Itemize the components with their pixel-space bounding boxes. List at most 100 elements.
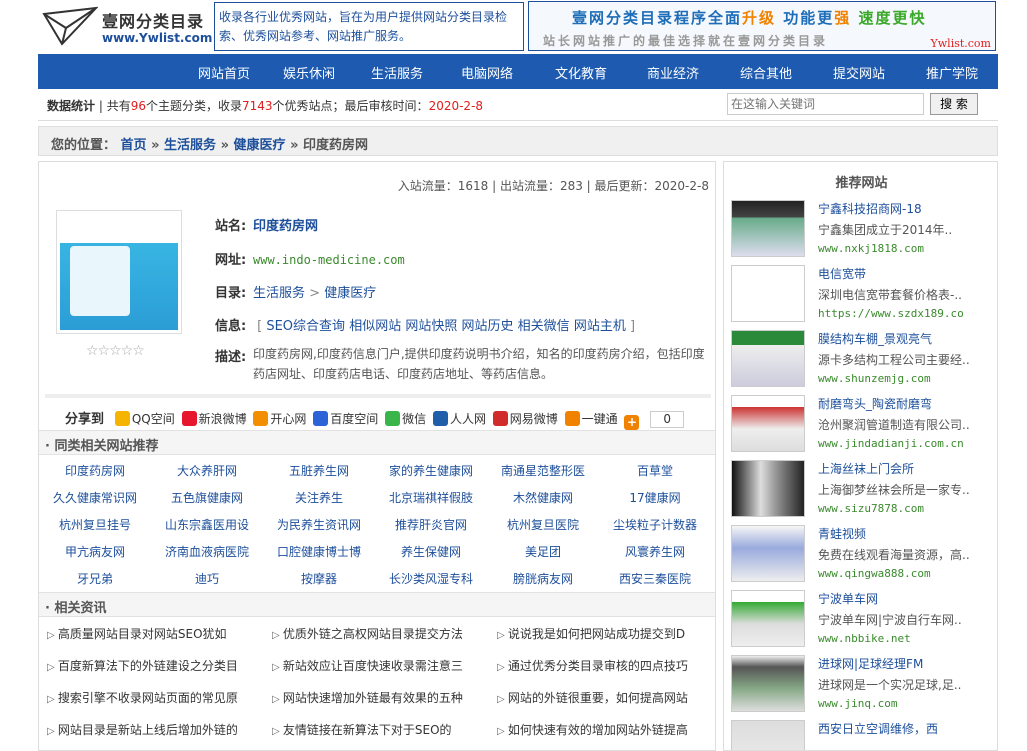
recommend-item[interactable]: 上海丝袜上门会所 上海御梦丝袜会所是一家专.. www.sizu7878.com	[731, 460, 996, 522]
recommend-thumbnail[interactable]	[731, 265, 805, 322]
search-input[interactable]	[727, 93, 924, 115]
recommend-thumbnail[interactable]	[731, 460, 805, 517]
similar-site-link[interactable]: 大众养肝网	[151, 462, 263, 479]
similar-site-link[interactable]: 南通星范整形医	[487, 462, 599, 479]
recommend-thumbnail[interactable]	[731, 655, 805, 712]
similar-site-link[interactable]: 口腔健康博士博	[263, 543, 375, 560]
recommend-thumbnail[interactable]	[731, 525, 805, 582]
recommend-name[interactable]: 进球网|足球经理FM	[818, 655, 923, 672]
recommend-url[interactable]: www.qingwa888.com	[818, 567, 931, 580]
similar-site-link[interactable]: 百草堂	[599, 462, 711, 479]
share-qzone[interactable]: QQ空间	[132, 412, 175, 426]
news-link[interactable]: 如何快速有效的增加网站外链提高	[497, 721, 712, 738]
similar-site-link[interactable]: 北京瑞祺祥假肢	[375, 489, 487, 506]
recommend-thumbnail[interactable]	[731, 590, 805, 647]
breadcrumb-health[interactable]: 健康医疗	[234, 138, 286, 153]
news-link[interactable]: 友情链接在新算法下对于SEO的	[272, 721, 487, 738]
site-logo[interactable]: 壹网分类目录 www.Ywlist.com	[42, 4, 212, 48]
news-link[interactable]: 通过优秀分类目录审核的四点技巧	[497, 657, 712, 674]
share-weibo[interactable]: 新浪微博	[199, 412, 247, 426]
similar-site-link[interactable]: 膀胱病友网	[487, 570, 599, 587]
similar-site-link[interactable]: 山东宗鑫医用设	[151, 516, 263, 533]
similar-site-link[interactable]: 杭州复旦挂号	[39, 516, 151, 533]
share-kaixin[interactable]: 开心网	[270, 412, 306, 426]
nav-item-submit-site[interactable]: 提交网站	[833, 63, 885, 82]
renren-icon[interactable]	[432, 411, 448, 426]
info-link-snapshot[interactable]: 网站快照	[405, 319, 457, 334]
news-link[interactable]: 百度新算法下的外链建设之分类目	[47, 657, 262, 674]
recommend-thumbnail[interactable]	[731, 720, 805, 750]
info-link-host[interactable]: 网站主机	[574, 319, 626, 334]
recommend-name[interactable]: 西安日立空调维修，西	[818, 720, 938, 737]
nav-item-home[interactable]: 网站首页	[198, 63, 250, 82]
recommend-name[interactable]: 电信宽带	[818, 265, 866, 282]
similar-site-link[interactable]: 按摩器	[263, 570, 375, 587]
similar-site-link[interactable]: 尘埃粒子计数器	[599, 516, 711, 533]
info-link-similar[interactable]: 相似网站	[349, 319, 401, 334]
recommend-url[interactable]: www.jinq.com	[818, 697, 897, 710]
site-name-link[interactable]: 印度药房网	[253, 219, 318, 234]
nav-item-computer-network[interactable]: 电脑网络	[461, 63, 513, 82]
similar-site-link[interactable]: 五色旗健康网	[151, 489, 263, 506]
recommend-item[interactable]: 耐磨弯头_陶瓷耐磨弯 沧州聚润管道制造有限公司.. www.jindadianji.…	[731, 395, 996, 457]
news-link[interactable]: 高质量网站目录对网站SEO犹如	[47, 625, 262, 642]
recommend-item[interactable]: 进球网|足球经理FM 进球网是一个实况足球,足.. www.jinq.com	[731, 655, 996, 717]
similar-site-link[interactable]: 17健康网	[599, 489, 711, 506]
recommend-name[interactable]: 耐磨弯头_陶瓷耐磨弯	[818, 395, 932, 412]
info-link-seo[interactable]: SEO综合查询	[266, 319, 345, 334]
recommend-url[interactable]: www.nxkj1818.com	[818, 242, 924, 255]
share-renren[interactable]: 人人网	[450, 412, 486, 426]
onekey-icon[interactable]	[564, 411, 580, 426]
nav-item-business[interactable]: 商业经济	[647, 63, 699, 82]
similar-site-link[interactable]: 养生保健网	[375, 543, 487, 560]
kaixin-icon[interactable]	[253, 411, 269, 426]
similar-site-link[interactable]: 五脏养生网	[263, 462, 375, 479]
breadcrumb-life-service[interactable]: 生活服务	[164, 138, 216, 153]
recommend-url[interactable]: https://www.szdx189.co	[818, 307, 964, 320]
recommend-url[interactable]: www.shunzemjg.com	[818, 372, 931, 385]
share-netease[interactable]: 网易微博	[510, 412, 558, 426]
site-url-link[interactable]: www.indo-medicine.com	[253, 253, 405, 267]
info-link-wechat[interactable]: 相关微信	[518, 319, 570, 334]
recommend-thumbnail[interactable]	[731, 330, 805, 387]
share-baidu[interactable]: 百度空间	[330, 412, 378, 426]
similar-site-link[interactable]: 长沙类风湿专科	[375, 570, 487, 587]
similar-site-link[interactable]: 为民养生资讯网	[263, 516, 375, 533]
netease-icon[interactable]	[492, 411, 508, 426]
similar-site-link[interactable]: 杭州复旦医院	[487, 516, 599, 533]
similar-site-link[interactable]: 西安三秦医院	[599, 570, 711, 587]
news-link[interactable]: 网站的外链很重要，如何提高网站	[497, 689, 712, 706]
site-screenshot[interactable]	[56, 210, 182, 334]
similar-site-link[interactable]: 推荐肝炎官网	[375, 516, 487, 533]
recommend-url[interactable]: www.jindadianji.com.cn	[818, 437, 964, 450]
news-link[interactable]: 新站效应让百度快速收录需注意三	[272, 657, 487, 674]
similar-site-link[interactable]: 关注养生	[263, 489, 375, 506]
news-link[interactable]: 搜索引擎不收录网站页面的常见原	[47, 689, 262, 706]
recommend-name[interactable]: 宁鑫科技招商网-18	[818, 200, 922, 217]
recommend-thumbnail[interactable]	[731, 395, 805, 452]
dir-subcategory-link[interactable]: 健康医疗	[324, 286, 376, 301]
recommend-item[interactable]: 膜结构车棚_景观亮气 源卡多结构工程公司主要经.. www.shunzemjg.co…	[731, 330, 996, 392]
similar-site-link[interactable]: 印度药房网	[39, 462, 151, 479]
search-button[interactable]: 搜 索	[930, 93, 978, 115]
recommend-item[interactable]: 宁鑫科技招商网-18 宁鑫集团成立于2014年.. www.nxkj1818.com	[731, 200, 996, 262]
nav-item-culture-education[interactable]: 文化教育	[555, 63, 607, 82]
similar-site-link[interactable]: 木然健康网	[487, 489, 599, 506]
info-link-history[interactable]: 网站历史	[462, 319, 514, 334]
qzone-icon[interactable]	[114, 411, 130, 426]
recommend-name[interactable]: 上海丝袜上门会所	[818, 460, 914, 477]
recommend-item[interactable]: 青蛙视频 免费在线观看海量资源，高.. www.qingwa888.com	[731, 525, 996, 587]
breadcrumb-home[interactable]: 首页	[121, 138, 147, 153]
dir-category-link[interactable]: 生活服务	[253, 286, 305, 301]
news-link[interactable]: 网站目录是新站上线后增加外链的	[47, 721, 262, 738]
share-wechat[interactable]: 微信	[402, 412, 426, 426]
similar-site-link[interactable]: 风寰养生网	[599, 543, 711, 560]
recommend-item[interactable]: 宁波单车网 宁波单车网|宁波自行车网.. www.nbbike.net	[731, 590, 996, 652]
similar-site-link[interactable]: 牙兄弟	[39, 570, 151, 587]
recommend-item[interactable]: 电信宽带 深圳电信宽带套餐价格表-.. https://www.szdx189.co	[731, 265, 996, 327]
baidu-paw-icon[interactable]	[313, 411, 329, 426]
nav-item-life-service[interactable]: 生活服务	[371, 63, 423, 82]
similar-site-link[interactable]: 济南血液病医院	[151, 543, 263, 560]
wechat-icon[interactable]	[385, 411, 401, 426]
recommend-url[interactable]: www.sizu7878.com	[818, 502, 924, 515]
